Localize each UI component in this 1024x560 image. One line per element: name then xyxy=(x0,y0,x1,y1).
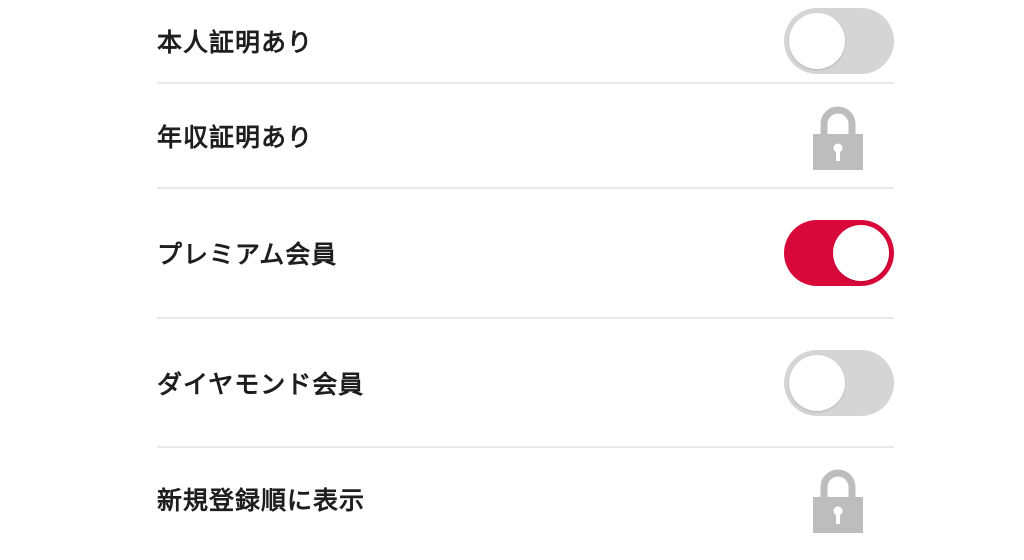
premium-member-toggle[interactable] xyxy=(784,220,894,286)
toggle-knob xyxy=(833,225,889,281)
setting-label: 年収証明あり xyxy=(157,122,314,152)
setting-row-premium-member: プレミアム会員 xyxy=(157,189,894,319)
diamond-member-toggle[interactable] xyxy=(784,349,894,416)
setting-row-identity-verified: 本人証明あり xyxy=(157,0,894,84)
setting-label: 本人証明あり xyxy=(157,28,314,57)
setting-label: プレミアム会員 xyxy=(157,240,338,269)
setting-label: 新規登録順に表示 xyxy=(157,486,366,515)
setting-label: ダイヤモンド会員 xyxy=(157,369,365,399)
setting-row-income-verified: 年収証明あり xyxy=(157,84,894,189)
lock-icon[interactable] xyxy=(810,465,866,533)
lock-icon[interactable] xyxy=(810,102,866,170)
setting-row-diamond-member: ダイヤモンド会員 xyxy=(157,319,894,448)
toggle-knob xyxy=(789,13,845,69)
setting-row-sort-by-newest: 新規登録順に表示 xyxy=(157,448,894,560)
toggle-knob xyxy=(789,354,845,411)
identity-verified-toggle[interactable] xyxy=(784,8,894,74)
